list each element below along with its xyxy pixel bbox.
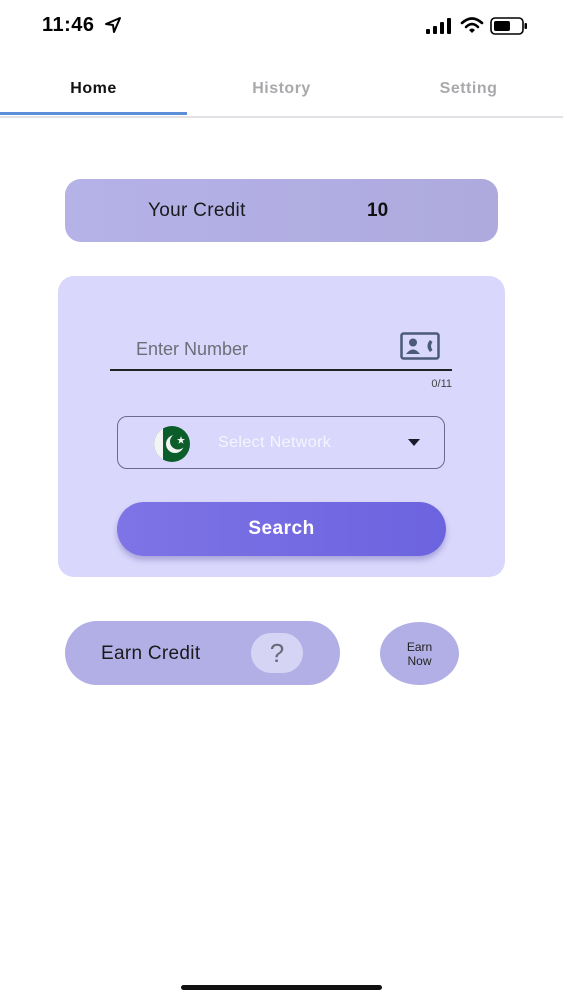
network-select-label: Select Network <box>218 434 332 451</box>
credit-label: Your Credit <box>148 200 246 221</box>
cellular-signal-icon <box>426 18 451 34</box>
search-button[interactable]: Search <box>117 502 446 556</box>
dropdown-caret-icon <box>408 439 420 446</box>
credit-value: 10 <box>367 200 389 221</box>
tab-history[interactable]: History <box>188 62 375 116</box>
help-icon[interactable]: ? <box>251 633 303 673</box>
contact-card-icon[interactable] <box>400 332 440 360</box>
tab-setting[interactable]: Setting <box>375 62 562 116</box>
location-arrow-icon <box>105 17 121 33</box>
network-select[interactable]: Select Network <box>117 416 445 469</box>
credit-card: Your Credit 10 <box>65 179 498 242</box>
earn-now-label-line2: Now <box>407 653 432 668</box>
earn-credit-button[interactable]: Earn Credit ? <box>65 621 340 685</box>
active-tab-indicator <box>0 112 187 115</box>
earn-now-button[interactable]: Earn Now <box>380 622 459 685</box>
phone-number-field <box>110 326 452 371</box>
earn-now-label-line1: Earn <box>406 639 433 654</box>
tab-bar: Home History Setting <box>0 62 563 118</box>
status-bar: 11:46 <box>0 0 563 54</box>
earn-credit-label: Earn Credit <box>101 643 201 664</box>
character-counter: 0/11 <box>431 378 452 390</box>
battery-icon <box>490 17 527 35</box>
pakistan-flag-icon <box>154 426 190 462</box>
phone-number-input[interactable] <box>136 334 386 364</box>
status-time: 11:46 <box>42 14 95 36</box>
search-panel: 0/11 Select Network Search <box>58 276 505 577</box>
wifi-icon <box>460 17 484 33</box>
tab-home[interactable]: Home <box>0 62 187 116</box>
home-indicator <box>181 985 382 990</box>
